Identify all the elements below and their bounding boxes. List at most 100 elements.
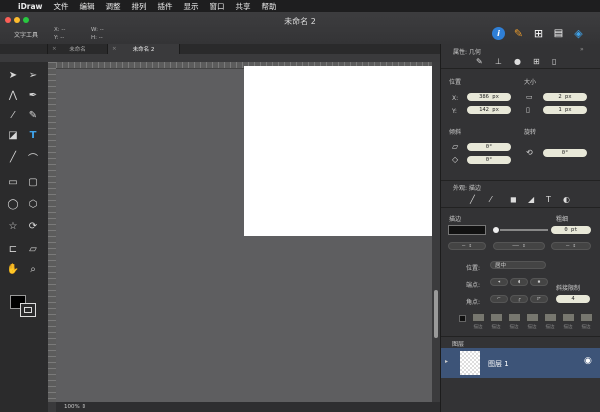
grid-icon[interactable]: ⊞ — [532, 27, 545, 40]
pen-tab-icon[interactable]: ✎ — [476, 57, 483, 66]
miter-join-icon[interactable]: ⌐ — [490, 295, 508, 303]
swatch-label: 描边 — [563, 325, 573, 330]
tab-untitled-2[interactable]: × 未命名 2 — [108, 44, 180, 54]
end-arrow-select[interactable]: — ⇕ — [551, 242, 591, 250]
thickness-field[interactable]: 0 pt — [551, 226, 591, 234]
shadow-tab-icon[interactable]: ◐ — [563, 195, 570, 204]
menu-app[interactable]: iDraw — [18, 2, 43, 11]
vertical-ruler — [48, 62, 56, 402]
geometry-tab-icon[interactable]: ⊥ — [495, 57, 502, 66]
artboard[interactable] — [244, 66, 432, 236]
menu-adjust[interactable]: 调整 — [106, 1, 121, 12]
brush-tab-icon[interactable]: ⁄ — [490, 195, 491, 204]
collapse-icon[interactable]: » — [580, 46, 584, 53]
eraser-icon[interactable]: ◪ — [6, 128, 20, 142]
text-style-tab-icon[interactable]: T — [546, 195, 551, 204]
hand-icon[interactable]: ✋ — [6, 262, 20, 276]
round-cap-icon[interactable]: ◖ — [510, 278, 528, 286]
swatch[interactable] — [472, 313, 485, 322]
paint-roller-icon[interactable]: ▤ — [552, 27, 565, 40]
swatch-toggle[interactable] — [459, 315, 466, 322]
layers-icon[interactable]: ◈ — [572, 27, 585, 40]
spiral-icon[interactable]: ⟳ — [26, 219, 40, 233]
zoom-level[interactable]: 100% — [64, 404, 80, 410]
vertical-scrollbar[interactable] — [432, 62, 440, 402]
skew-v-field[interactable]: 0° — [467, 156, 511, 164]
layer-name[interactable]: 图层 1 — [488, 359, 509, 369]
swatch[interactable] — [490, 313, 503, 322]
square-cap-icon[interactable]: ▪ — [530, 278, 548, 286]
disclosure-triangle-icon[interactable]: ▸ — [445, 358, 448, 365]
ruler-icon[interactable]: ✎ — [512, 27, 525, 40]
thickness-slider[interactable] — [500, 229, 548, 231]
dash-style-select[interactable]: — ⇕ — [448, 242, 486, 250]
arc-icon[interactable]: ⌒ — [26, 150, 40, 165]
stroke-color-swatch[interactable] — [448, 225, 486, 235]
table-tab-icon[interactable]: ⊞ — [533, 57, 540, 66]
scroll-thumb[interactable] — [434, 290, 438, 338]
bevel-join-icon[interactable]: ◸ — [530, 295, 548, 303]
info-icon[interactable]: i — [492, 27, 505, 40]
polygon-icon[interactable]: ⬡ — [26, 197, 40, 211]
x-field[interactable]: 386 px — [467, 93, 511, 101]
rotate-field[interactable]: 0° — [543, 149, 587, 157]
divider — [441, 180, 600, 181]
stroke-tab-icon[interactable]: ╱ — [470, 195, 475, 204]
star-icon[interactable]: ☆ — [6, 219, 20, 233]
pencil-icon[interactable]: ✎ — [26, 108, 40, 122]
menu-plugins[interactable]: 插件 — [158, 1, 173, 12]
height-field[interactable]: 1 px — [543, 106, 587, 114]
menu-edit[interactable]: 编辑 — [80, 1, 95, 12]
skew-h-field[interactable]: 0° — [467, 143, 511, 151]
menu-file[interactable]: 文件 — [54, 1, 69, 12]
swatch-label: 描边 — [545, 325, 555, 330]
zoom-stepper-icon[interactable]: ⇕ — [81, 404, 86, 410]
zoom-icon[interactable]: ⌕ — [26, 262, 40, 276]
swatch[interactable] — [544, 313, 557, 322]
coord-w: W: -- — [91, 27, 104, 33]
stroke-color-well[interactable] — [20, 303, 36, 317]
eye-icon[interactable]: ◉ — [584, 356, 592, 366]
select-arrow-icon[interactable]: ➤ — [6, 68, 20, 82]
effects-tab-icon[interactable]: ● — [514, 57, 521, 66]
menu-window[interactable]: 窗口 — [210, 1, 225, 12]
butt-cap-icon[interactable]: ◂ — [490, 278, 508, 286]
size-label: 大小 — [524, 79, 537, 86]
pen-icon[interactable]: ✒ — [26, 88, 40, 102]
swatch[interactable] — [508, 313, 521, 322]
width-field[interactable]: 2 px — [543, 93, 587, 101]
rotate-icon: ⟲ — [526, 148, 533, 157]
menu-view[interactable]: 显示 — [184, 1, 199, 12]
miter-field[interactable]: 4 — [556, 295, 590, 303]
tab-untitled[interactable]: × 未命名 — [48, 44, 108, 54]
direct-select-icon[interactable]: ➢ — [26, 68, 40, 82]
y-field[interactable]: 142 px — [467, 106, 511, 114]
document-tab-icon[interactable]: ▯ — [552, 57, 556, 66]
rounded-rect-icon[interactable]: ▢ — [26, 175, 40, 189]
close-tab-icon[interactable]: × — [52, 46, 57, 52]
crop-icon[interactable]: ⊏ — [6, 242, 20, 256]
thickness-slider-knob[interactable] — [493, 227, 499, 233]
fill-tab-icon[interactable]: ◼ — [510, 195, 517, 204]
rectangle-icon[interactable]: ▭ — [6, 175, 20, 189]
swatch[interactable] — [562, 313, 575, 322]
swatch[interactable] — [580, 313, 593, 322]
close-tab-icon[interactable]: × — [112, 46, 117, 52]
stroke-position-select[interactable]: 居中 — [490, 261, 546, 269]
ellipse-icon[interactable]: ◯ — [6, 197, 20, 211]
tool-name: 文字工具 — [14, 32, 39, 39]
skew-label: 倾斜 — [449, 129, 462, 136]
gradient-tab-icon[interactable]: ◢ — [528, 195, 534, 204]
swatch-labels: 描边 描边 描边 描边 描边 描边 描边 — [471, 324, 593, 330]
slice-icon[interactable]: ▱ — [26, 242, 40, 256]
swatch[interactable] — [526, 313, 539, 322]
brush-icon[interactable]: ⁄ — [6, 108, 20, 122]
text-tool-icon[interactable]: T — [26, 128, 40, 142]
menu-arrange[interactable]: 排列 — [132, 1, 147, 12]
menu-share[interactable]: 共享 — [236, 1, 251, 12]
round-join-icon[interactable]: ╭ — [510, 295, 528, 303]
line-icon[interactable]: ╱ — [6, 150, 20, 164]
menu-help[interactable]: 帮助 — [262, 1, 277, 12]
node-tool-icon[interactable]: ⋀ — [6, 88, 20, 102]
start-arrow-select[interactable]: —— ⇕ — [493, 242, 545, 250]
